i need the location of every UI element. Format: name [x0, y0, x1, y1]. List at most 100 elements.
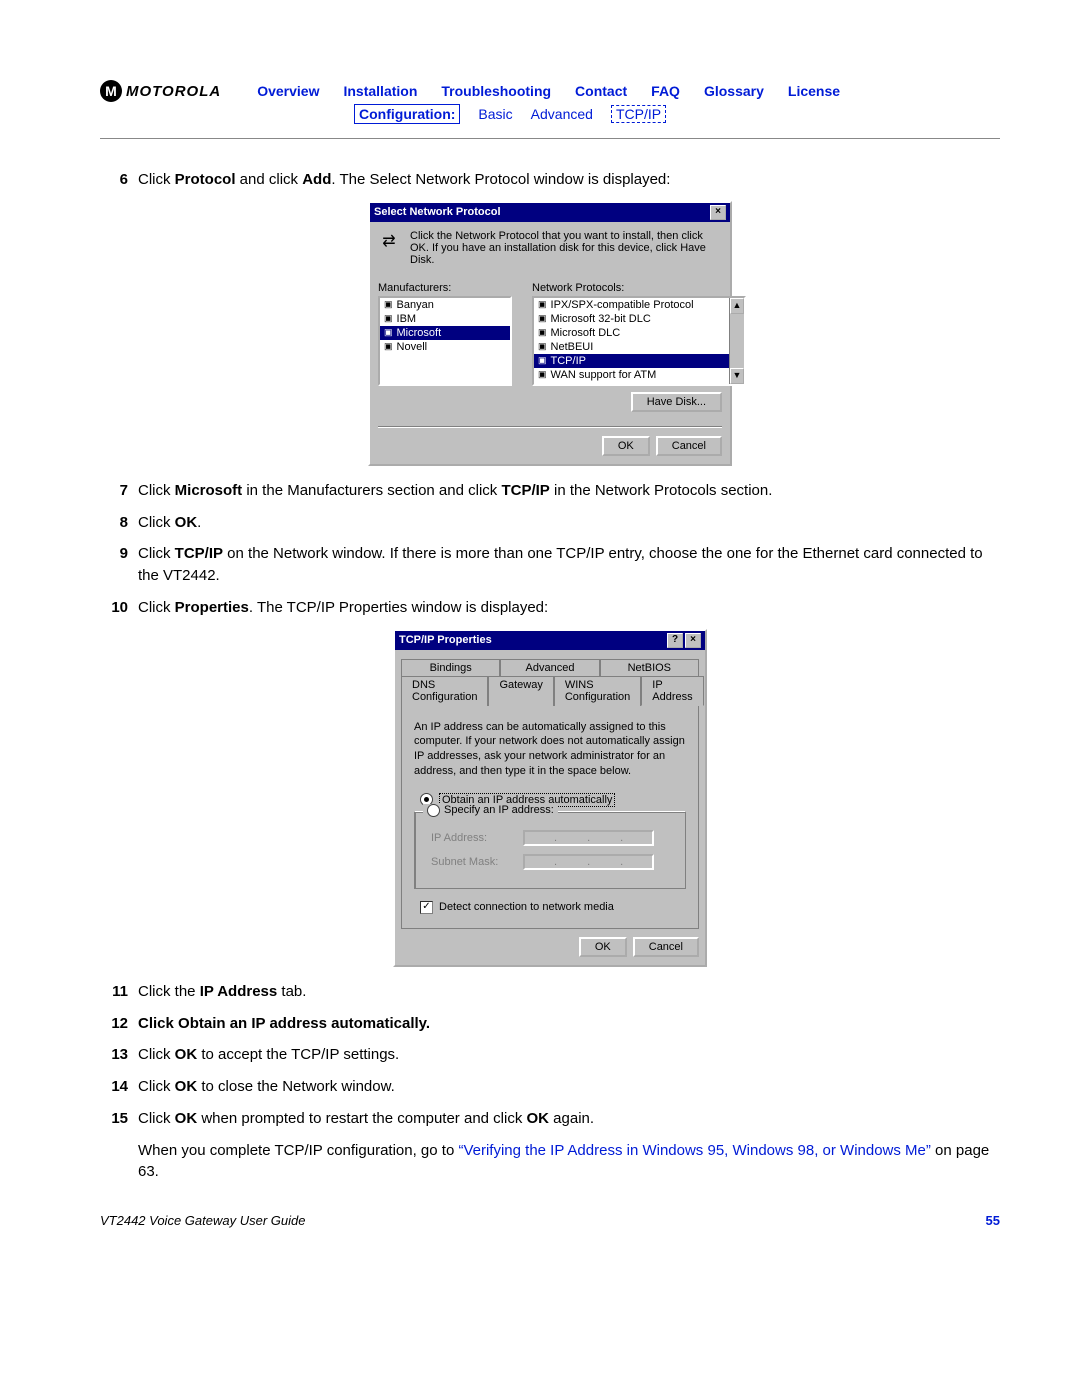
- scrollbar[interactable]: ▲ ▼: [729, 298, 744, 384]
- have-disk-button[interactable]: Have Disk...: [631, 392, 722, 412]
- nav-license[interactable]: License: [788, 83, 840, 99]
- step-number: 12: [100, 1013, 138, 1035]
- ip-address-input[interactable]: ...: [523, 830, 654, 846]
- subnav-basic[interactable]: Basic: [478, 106, 512, 122]
- step-text: Click TCP/IP on the Network window. If t…: [138, 543, 1000, 587]
- subnet-mask-row: Subnet Mask: ...: [431, 854, 669, 870]
- step-text: Click OK.: [138, 512, 1000, 534]
- tab-dns-configuration[interactable]: DNS Configuration: [401, 676, 488, 706]
- step-text: Click Microsoft in the Manufacturers sec…: [138, 480, 1000, 502]
- sub-nav: Configuration: Basic Advanced TCP/IP: [354, 104, 1000, 124]
- ok-button[interactable]: OK: [579, 937, 627, 957]
- list-item[interactable]: ▣Microsoft DLC: [534, 326, 744, 340]
- vendor-icon: ▣: [384, 327, 393, 338]
- protocols-listbox[interactable]: ▣IPX/SPX-compatible Protocol ▣Microsoft …: [532, 296, 746, 386]
- subnet-mask-input[interactable]: ...: [523, 854, 654, 870]
- step-7: 7 Click Microsoft in the Manufacturers s…: [100, 480, 1000, 502]
- close-icon[interactable]: ×: [710, 205, 726, 220]
- protocol-icon: ⇄: [378, 230, 400, 252]
- subnav-tcpip[interactable]: TCP/IP: [611, 105, 666, 123]
- cancel-button[interactable]: Cancel: [633, 937, 699, 957]
- protocol-item-icon: ▣: [538, 369, 547, 380]
- list-item[interactable]: ▣IPX/SPX-compatible Protocol: [534, 298, 744, 312]
- protocol-item-icon: ▣: [538, 313, 547, 324]
- step-number: 6: [100, 169, 138, 191]
- step-11: 11 Click the IP Address tab.: [100, 981, 1000, 1003]
- nav-glossary[interactable]: Glossary: [704, 83, 764, 99]
- step-number: 10: [100, 597, 138, 619]
- protocol-item-icon: ▣: [538, 327, 547, 338]
- protocol-item-icon: ▣: [538, 341, 547, 352]
- tab-gateway[interactable]: Gateway: [488, 676, 553, 706]
- dialog-title: Select Network Protocol: [374, 206, 501, 218]
- step-13: 13 Click OK to accept the TCP/IP setting…: [100, 1044, 1000, 1066]
- nav-installation[interactable]: Installation: [343, 83, 417, 99]
- tab-bindings[interactable]: Bindings: [401, 659, 500, 676]
- select-network-protocol-dialog: Select Network Protocol × ⇄ Click the Ne…: [368, 201, 732, 466]
- tab-ip-address[interactable]: IP Address: [641, 676, 703, 706]
- brand-logo: M MOTOROLA: [100, 80, 221, 102]
- configuration-label: Configuration:: [354, 104, 460, 124]
- vendor-icon: ▣: [384, 313, 393, 324]
- ip-address-label: IP Address:: [431, 832, 511, 844]
- page-footer: VT2442 Voice Gateway User Guide 55: [100, 1213, 1000, 1228]
- step-number: 13: [100, 1044, 138, 1066]
- nav-troubleshooting[interactable]: Troubleshooting: [441, 83, 551, 99]
- cross-reference-link[interactable]: “Verifying the IP Address in Windows 95,…: [458, 1142, 930, 1159]
- checkbox-label: Detect connection to network media: [439, 901, 614, 913]
- list-item[interactable]: ▣Banyan: [380, 298, 510, 312]
- motorola-logo-icon: M: [100, 80, 122, 102]
- subnav-advanced[interactable]: Advanced: [531, 106, 593, 122]
- list-item-selected[interactable]: ▣TCP/IP: [534, 354, 744, 368]
- step-text: Click Properties. The TCP/IP Properties …: [138, 597, 1000, 619]
- nav-overview[interactable]: Overview: [257, 83, 319, 99]
- scroll-up-icon[interactable]: ▲: [730, 298, 744, 314]
- help-icon[interactable]: ?: [667, 633, 683, 648]
- manufacturers-listbox[interactable]: ▣Banyan ▣IBM ▣Microsoft ▣Novell: [378, 296, 512, 386]
- specify-ip-fieldset: Specify an IP address: IP Address: ... S…: [414, 811, 686, 889]
- tab-netbios[interactable]: NetBIOS: [600, 659, 699, 676]
- step-text: Click OK to accept the TCP/IP settings.: [138, 1044, 1000, 1066]
- specify-ip-radio[interactable]: Specify an IP address:: [423, 804, 558, 817]
- list-item[interactable]: ▣Microsoft 32-bit DLC: [534, 312, 744, 326]
- tcpip-properties-dialog: TCP/IP Properties ? × Bindings Advanced …: [393, 629, 707, 967]
- step-text: Click Obtain an IP address automatically…: [138, 1013, 1000, 1035]
- step-10: 10 Click Properties. The TCP/IP Properti…: [100, 597, 1000, 619]
- list-item[interactable]: ▣IBM: [380, 312, 510, 326]
- nav-faq[interactable]: FAQ: [651, 83, 680, 99]
- protocol-item-icon: ▣: [538, 355, 547, 366]
- ip-address-row: IP Address: ...: [431, 830, 669, 846]
- vendor-icon: ▣: [384, 341, 393, 352]
- dialog-title-bar: TCP/IP Properties ? ×: [395, 631, 705, 650]
- close-icon[interactable]: ×: [685, 633, 701, 648]
- brand-name: MOTOROLA: [126, 83, 221, 100]
- step-14: 14 Click OK to close the Network window.: [100, 1076, 1000, 1098]
- list-item[interactable]: ▣NetBEUI: [534, 340, 744, 354]
- header-divider: [100, 138, 1000, 139]
- cancel-button[interactable]: Cancel: [656, 436, 722, 456]
- closing-paragraph: When you complete TCP/IP configuration, …: [138, 1140, 1000, 1184]
- vendor-icon: ▣: [384, 299, 393, 310]
- step-text: Click the IP Address tab.: [138, 981, 1000, 1003]
- ok-button[interactable]: OK: [602, 436, 650, 456]
- list-item-selected[interactable]: ▣Microsoft: [380, 326, 510, 340]
- manufacturers-label: Manufacturers:: [378, 282, 512, 294]
- subnet-mask-label: Subnet Mask:: [431, 856, 511, 868]
- step-text: Click Protocol and click Add. The Select…: [138, 169, 1000, 191]
- step-6: 6 Click Protocol and click Add. The Sele…: [100, 169, 1000, 191]
- scroll-down-icon[interactable]: ▼: [730, 368, 744, 384]
- dialog-title-bar: Select Network Protocol ×: [370, 203, 730, 222]
- step-number: 7: [100, 480, 138, 502]
- tab-advanced[interactable]: Advanced: [500, 659, 599, 676]
- step-number: 15: [100, 1108, 138, 1130]
- list-item[interactable]: ▣WAN support for ATM: [534, 368, 744, 382]
- detect-connection-checkbox[interactable]: ✓ Detect connection to network media: [420, 901, 680, 914]
- list-item[interactable]: ▣Novell: [380, 340, 510, 354]
- tab-strip: Bindings Advanced NetBIOS DNS Configurat…: [401, 658, 699, 705]
- tab-wins-configuration[interactable]: WINS Configuration: [554, 676, 641, 706]
- footer-page-number: 55: [986, 1213, 1000, 1228]
- nav-contact[interactable]: Contact: [575, 83, 627, 99]
- panel-description: An IP address can be automatically assig…: [414, 720, 686, 779]
- radio-unchecked-icon: [427, 804, 440, 817]
- ip-address-panel: An IP address can be automatically assig…: [401, 705, 699, 929]
